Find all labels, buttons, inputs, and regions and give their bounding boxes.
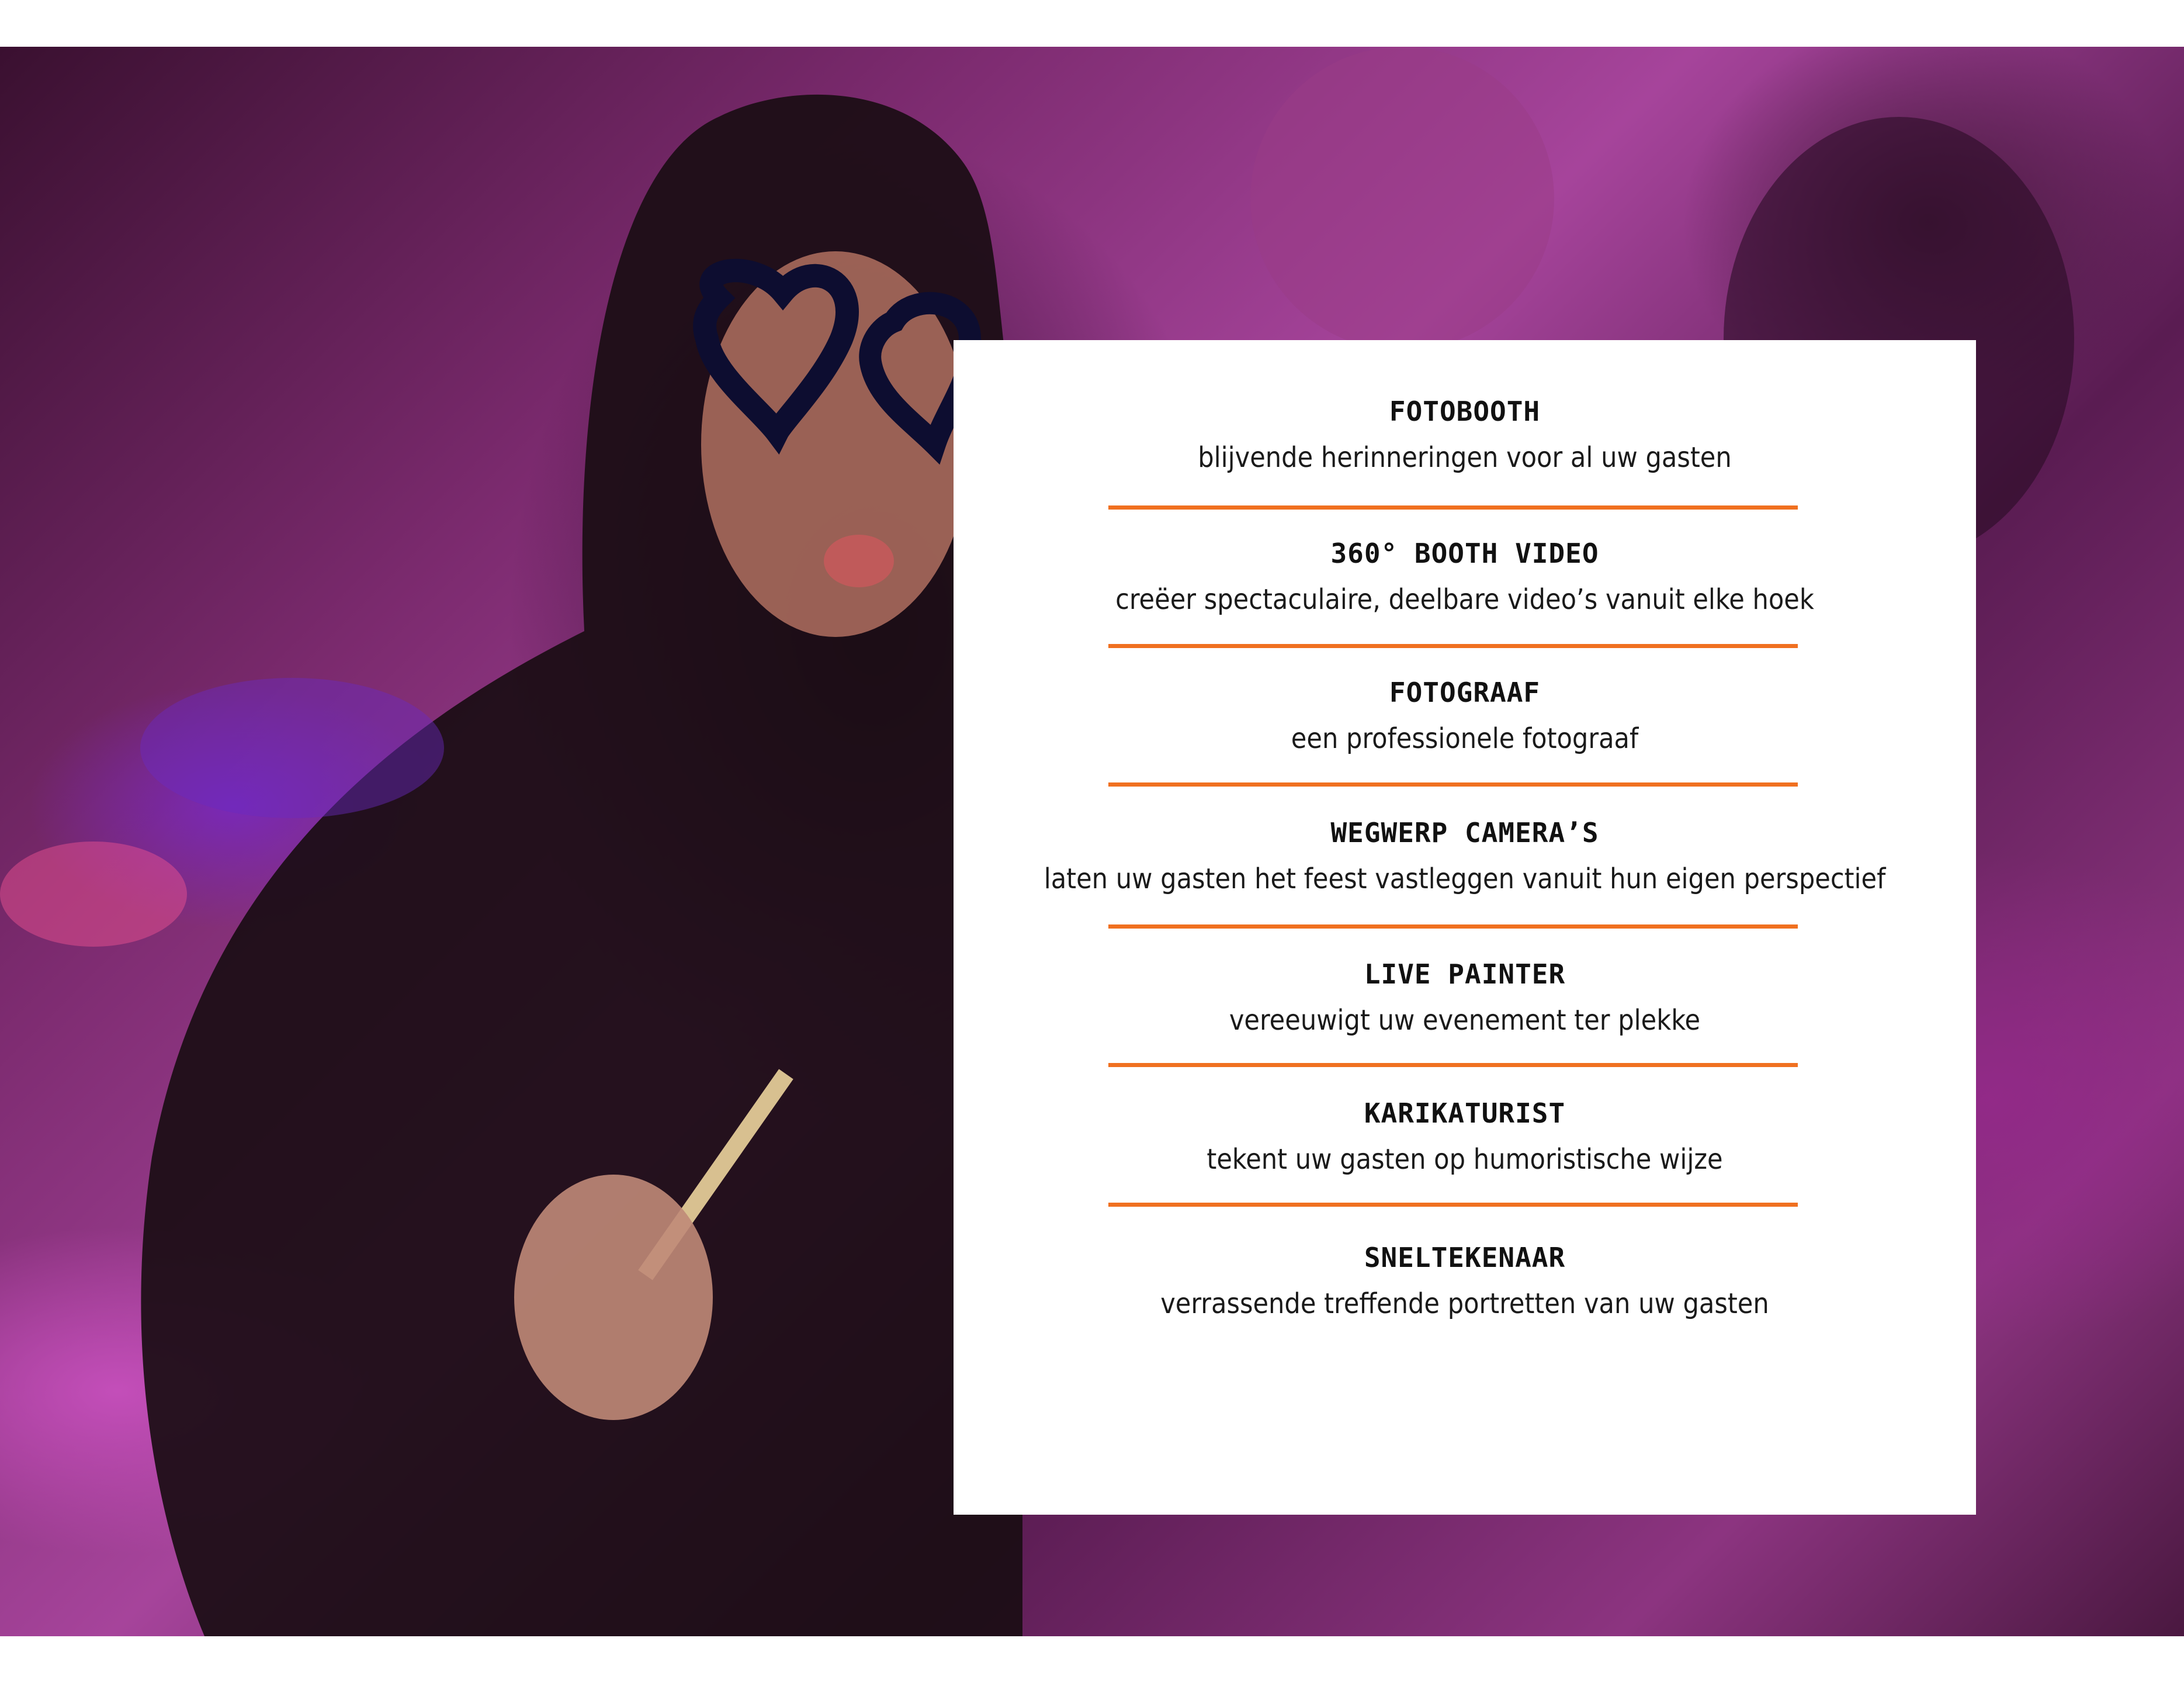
service-title: FOTOBOOTH	[1389, 396, 1541, 427]
service-title: FOTOGRAAF	[1389, 677, 1541, 708]
service-description: laten uw gasten het feest vastleggen van…	[1044, 863, 1886, 895]
divider	[1108, 644, 1798, 648]
service-karikaturist: KARIKATURIST tekent uw gasten op humoris…	[954, 1096, 1976, 1178]
page: FOTOBOOTH blijvende herinneringen voor a…	[0, 0, 2184, 1683]
divider	[1108, 924, 1798, 929]
service-wegwerp-cameras: WEGWERP CAMERA’S laten uw gasten het fee…	[954, 815, 1976, 897]
service-title: WEGWERP CAMERA’S	[1330, 817, 1599, 849]
divider	[1108, 1203, 1798, 1207]
service-title: LIVE PAINTER	[1364, 958, 1566, 990]
services-card: FOTOBOOTH blijvende herinneringen voor a…	[954, 340, 1976, 1515]
divider	[1108, 505, 1798, 510]
service-description: blijvende herinneringen voor al uw gaste…	[1198, 441, 1732, 474]
service-title: KARIKATURIST	[1364, 1097, 1566, 1129]
service-description: tekent uw gasten op humoristische wijze	[1207, 1143, 1723, 1176]
service-360-booth-video: 360° BOOTH VIDEO creëer spectaculaire, d…	[954, 536, 1976, 618]
service-fotobooth: FOTOBOOTH blijvende herinneringen voor a…	[954, 394, 1976, 476]
service-sneltekenaar: SNELTEKENAAR verrassende treffende portr…	[954, 1240, 1976, 1322]
divider	[1108, 1063, 1798, 1067]
service-title: SNELTEKENAAR	[1364, 1242, 1566, 1273]
service-title: 360° BOOTH VIDEO	[1330, 538, 1599, 569]
service-description: een professionele fotograaf	[1291, 722, 1639, 755]
service-description: vereeuwigt uw evenement ter plekke	[1229, 1004, 1701, 1037]
service-fotograaf: FOTOGRAAF een professionele fotograaf	[954, 675, 1976, 757]
service-description: verrassende treffende portretten van uw …	[1160, 1287, 1769, 1320]
service-live-painter: LIVE PAINTER vereeuwigt uw evenement ter…	[954, 957, 1976, 1038]
divider	[1108, 782, 1798, 787]
service-description: creëer spectaculaire, deelbare video’s v…	[1115, 583, 1814, 616]
